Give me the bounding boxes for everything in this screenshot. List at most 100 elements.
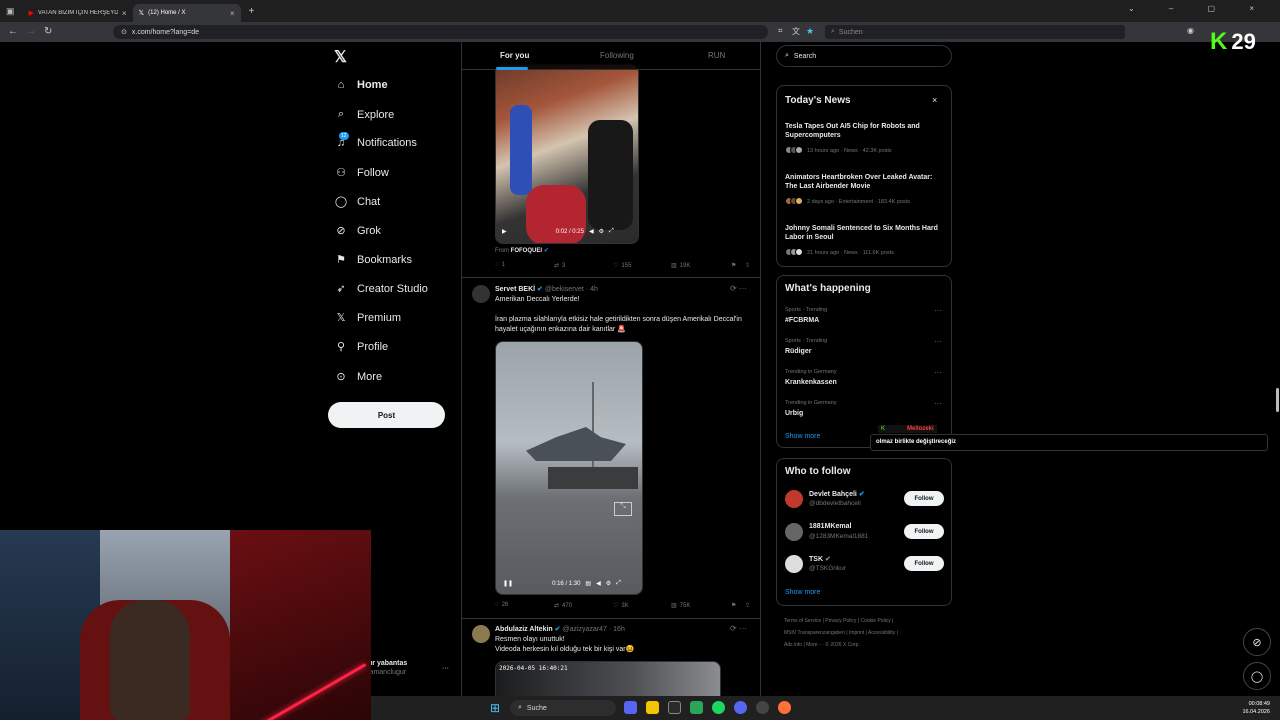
app-green-icon[interactable] bbox=[690, 701, 703, 714]
store-icon[interactable] bbox=[668, 701, 681, 714]
lang-icon[interactable]: 文 bbox=[792, 26, 800, 37]
bookmark-button[interactable]: ⚑ bbox=[731, 602, 736, 609]
tweet-video[interactable]: ▶ 0:02 / 0:25 ◀ ⚙ ⤢ bbox=[495, 64, 639, 244]
x-logo-icon[interactable]: 𝕏 bbox=[334, 47, 347, 67]
repost-button[interactable]: ⇄ 470 bbox=[554, 602, 572, 610]
more-dots-icon[interactable]: ··· bbox=[442, 665, 449, 672]
share-button[interactable]: ⇪ bbox=[745, 602, 750, 609]
views-button[interactable]: ▥ 75K bbox=[671, 602, 690, 610]
taskbar-search[interactable]: ⌕ Suche bbox=[510, 700, 616, 716]
settings-icon[interactable]: ⚙ bbox=[599, 228, 604, 235]
window-controls[interactable]: ⌄ – ▢ × bbox=[1128, 4, 1270, 13]
avatar[interactable] bbox=[472, 625, 490, 643]
video-controls[interactable]: ▶ 0:02 / 0:25 ◀ ⚙ ⤢ bbox=[502, 228, 636, 235]
nav-explore[interactable]: ⌕ Explore bbox=[334, 108, 394, 121]
account-name[interactable]: 1881MKemal bbox=[809, 523, 851, 530]
close-icon[interactable]: × bbox=[932, 95, 937, 105]
reload-icon[interactable]: ↻ bbox=[44, 26, 52, 37]
reply-button[interactable]: ◌ 1 bbox=[495, 262, 505, 268]
show-more-link[interactable]: Show more bbox=[785, 589, 820, 596]
like-button[interactable]: ♡ 155 bbox=[613, 262, 631, 270]
nav-profile[interactable]: ⚲ Profile bbox=[334, 340, 388, 354]
repost-button[interactable]: ⇄ 3 bbox=[554, 262, 565, 270]
nav-follow[interactable]: ⚇ Follow bbox=[334, 166, 389, 180]
firefox-icon[interactable] bbox=[778, 701, 791, 714]
volume-icon[interactable]: ◀ bbox=[589, 228, 594, 235]
browser-tab-x[interactable]: 𝕏 (12) Home / X × bbox=[132, 4, 241, 22]
close-tab-icon[interactable]: × bbox=[122, 9, 127, 18]
avatar[interactable] bbox=[785, 523, 803, 541]
back-icon[interactable]: ← bbox=[8, 26, 18, 37]
trend-name[interactable]: Krankenkassen bbox=[785, 379, 837, 386]
nav-home[interactable]: ⌂ Home bbox=[334, 79, 388, 91]
more-dots-icon[interactable]: ⟳ ··· bbox=[730, 284, 747, 293]
browser-tab-stream[interactable]: ▶ VATAN BİZİM İÇİN HERŞEYDEN × bbox=[23, 4, 133, 22]
account-name[interactable]: Devlet Bahçeli ✔ bbox=[809, 490, 865, 498]
search-input[interactable]: ⌕ Search bbox=[776, 45, 952, 67]
captions-icon[interactable]: ▤ bbox=[585, 580, 591, 587]
news-item-title[interactable]: Animators Heartbroken Over Leaked Avatar… bbox=[785, 173, 945, 191]
new-tab-icon[interactable]: + bbox=[249, 6, 255, 17]
trend-name[interactable]: #FCBRMA bbox=[785, 317, 819, 324]
pause-icon[interactable]: ❚❚ bbox=[503, 580, 513, 587]
address-bar[interactable]: ⊙ x.com/home?lang=de bbox=[113, 25, 768, 39]
tweet-video[interactable]: ⤡ ❚❚ 0:16 / 1:30 ▤ ◀ ⚙ ⤢ bbox=[495, 341, 643, 595]
from-name[interactable]: FOFOQUEI bbox=[511, 248, 542, 254]
nav-notifications[interactable]: ♫ 12 Notifications bbox=[334, 132, 417, 149]
show-more-link[interactable]: Show more bbox=[785, 433, 820, 440]
avatar[interactable] bbox=[785, 490, 803, 508]
account-switcher[interactable]: ur yabantas lamanclugur ··· bbox=[368, 660, 460, 686]
site-info-icon[interactable]: ⊙ bbox=[121, 28, 127, 36]
settings-icon[interactable]: ⚙ bbox=[606, 580, 611, 587]
grok-fab-icon[interactable]: ⊘ bbox=[1243, 628, 1271, 656]
taskview-icon[interactable] bbox=[624, 701, 637, 714]
nav-grok[interactable]: ⊘ Grok bbox=[334, 224, 380, 238]
avatar[interactable] bbox=[785, 555, 803, 573]
chat-fab-icon[interactable]: ◯ bbox=[1243, 662, 1271, 690]
scrollbar-thumb[interactable] bbox=[1276, 388, 1279, 412]
tweet-author[interactable]: Servet BEKİ ✔ @bekiservet · 4h bbox=[495, 285, 598, 293]
share-button[interactable]: ⇪ bbox=[745, 262, 750, 269]
browser-search-field[interactable]: ⌕ Suchen bbox=[825, 25, 1125, 39]
play-icon[interactable]: ▶ bbox=[502, 228, 507, 235]
footer-links[interactable]: Ads info | More ··· © 2026 X Corp. bbox=[784, 642, 860, 648]
bookmark-button[interactable]: ⚑ bbox=[731, 262, 736, 269]
nav-bookmarks[interactable]: ⚑ Bookmarks bbox=[334, 253, 412, 267]
like-button[interactable]: ♡ 3K bbox=[613, 602, 629, 610]
more-dots-icon[interactable]: ··· bbox=[934, 368, 942, 377]
tab-menu-icon[interactable]: ▣ bbox=[6, 6, 15, 17]
steam-icon[interactable] bbox=[756, 701, 769, 714]
forward-icon[interactable]: → bbox=[26, 26, 36, 37]
news-item-title[interactable]: Johnny Somali Sentenced to Six Months Ha… bbox=[785, 224, 945, 242]
footer-links[interactable]: Terms of Service | Privacy Policy | Cook… bbox=[784, 618, 893, 624]
follow-button[interactable]: Follow bbox=[904, 524, 944, 539]
trend-name[interactable]: Urbig bbox=[785, 410, 803, 417]
profile-icon[interactable]: ◉ bbox=[1187, 26, 1194, 35]
more-dots-icon[interactable]: ··· bbox=[934, 399, 942, 408]
more-dots-icon[interactable]: ··· bbox=[934, 337, 942, 346]
more-dots-icon[interactable]: ··· bbox=[934, 306, 942, 315]
fullscreen-icon[interactable]: ⤢ bbox=[609, 228, 614, 235]
nav-premium[interactable]: 𝕏 Premium bbox=[334, 311, 401, 325]
spotify-icon[interactable] bbox=[712, 701, 725, 714]
avatar[interactable] bbox=[472, 285, 490, 303]
folder-icon[interactable] bbox=[646, 701, 659, 714]
volume-icon[interactable]: ◀ bbox=[596, 580, 601, 587]
translate-icon[interactable]: ⌗ bbox=[778, 26, 783, 36]
nav-chat[interactable]: ◯ Chat bbox=[334, 195, 380, 209]
views-button[interactable]: ▥ 19K bbox=[671, 262, 690, 270]
post-button[interactable]: Post bbox=[328, 402, 445, 428]
reply-button[interactable]: ◌ 26 bbox=[495, 602, 508, 608]
tweet-author[interactable]: Abdulaziz Altekin ✔ @azizyazar47 · 16h bbox=[495, 625, 625, 633]
trend-name[interactable]: Rüdiger bbox=[785, 348, 811, 355]
follow-button[interactable]: Follow bbox=[904, 556, 944, 571]
pip-icon[interactable]: ⤡ bbox=[614, 502, 632, 516]
tab-for-you[interactable]: For you bbox=[500, 51, 529, 60]
fullscreen-icon[interactable]: ⤢ bbox=[616, 580, 621, 587]
star-icon[interactable]: ★ bbox=[806, 26, 814, 37]
nav-more[interactable]: ⊙ More bbox=[334, 370, 382, 384]
news-item-title[interactable]: Tesla Tapes Out AI5 Chip for Robots and … bbox=[785, 122, 945, 140]
footer-links[interactable]: MStV Transparenzangaben | Imprint | Acce… bbox=[784, 630, 898, 636]
close-tab-icon[interactable]: × bbox=[230, 9, 235, 18]
tab-run[interactable]: RUN bbox=[708, 51, 725, 60]
